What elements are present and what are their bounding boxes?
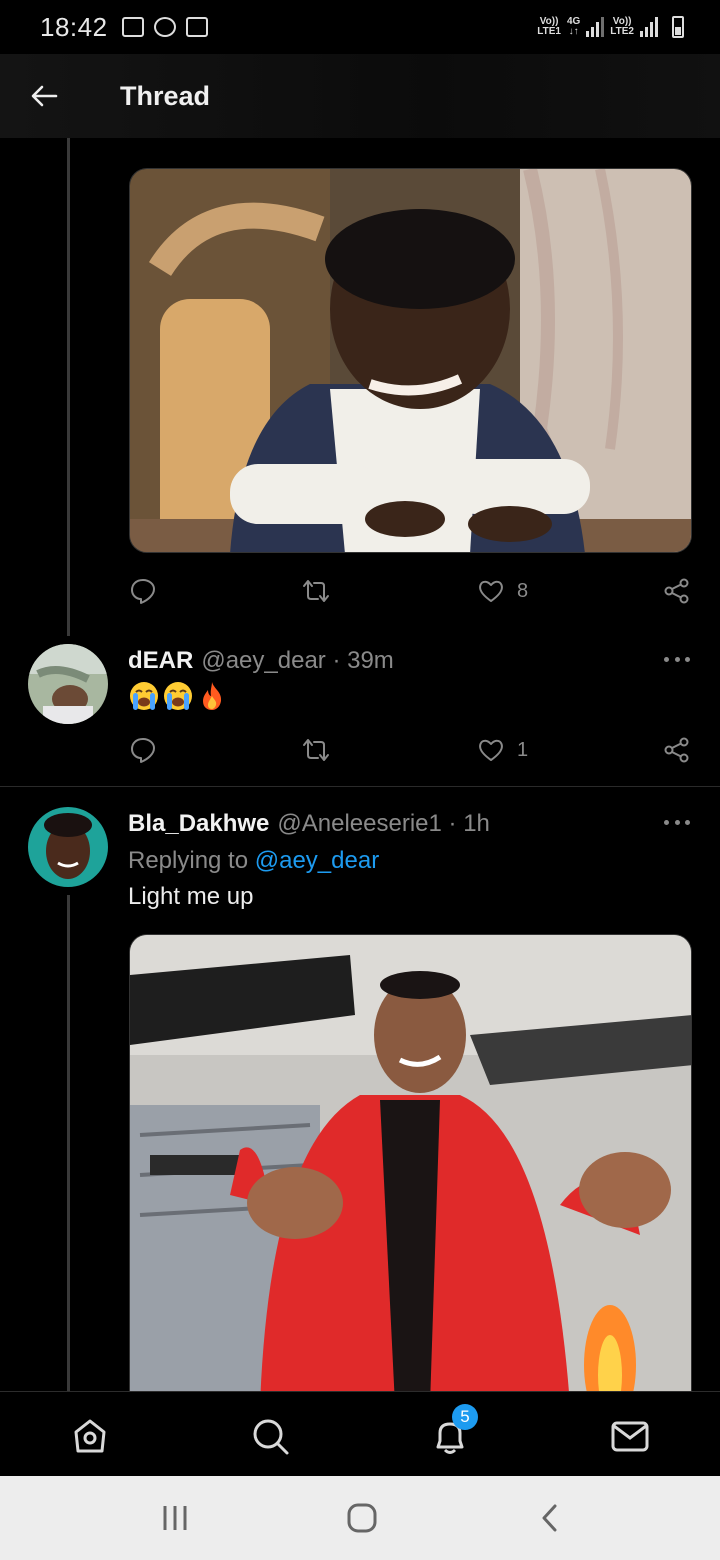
thread-line <box>67 895 70 1391</box>
reply-icon <box>131 579 155 604</box>
thread-header: Thread <box>0 54 720 138</box>
tweet-text <box>128 680 228 712</box>
more-options-icon[interactable] <box>664 657 690 665</box>
loudly-crying-face-icon <box>130 682 158 710</box>
signal-icon <box>586 17 605 37</box>
tweet-header: dEAR @aey_dear · 39m <box>128 647 394 675</box>
reply-button[interactable] <box>129 730 157 770</box>
app-icon <box>153 17 176 37</box>
nav-home[interactable] <box>70 1416 110 1456</box>
reply-icon <box>131 738 155 763</box>
display-name[interactable]: dEAR <box>128 647 193 675</box>
handle-time: @aey_dear · 39m <box>201 647 394 674</box>
search-icon <box>253 1419 289 1455</box>
heart-icon <box>479 580 503 602</box>
more-options-icon[interactable] <box>664 820 690 828</box>
media-icon <box>185 17 208 37</box>
heart-icon <box>479 739 503 761</box>
recents-icon[interactable] <box>155 1503 195 1533</box>
notification-badge: 5 <box>452 1404 478 1430</box>
like-button[interactable]: 8 <box>477 571 528 611</box>
tweet-image[interactable] <box>129 168 692 553</box>
retweet-icon <box>303 580 329 602</box>
replying-to: Replying to @aey_dear <box>128 847 380 874</box>
reply-handle-link[interactable]: @aey_dear <box>255 847 379 874</box>
retweet-button[interactable] <box>302 730 330 770</box>
arrow-left-icon[interactable] <box>30 82 58 110</box>
back-icon[interactable] <box>530 1503 570 1533</box>
retweet-icon <box>303 739 329 761</box>
like-count: 1 <box>517 738 529 761</box>
share-button[interactable] <box>663 571 691 611</box>
reply-button[interactable] <box>129 571 157 611</box>
fire-icon <box>203 682 222 710</box>
status-time: 18:42 <box>40 11 108 42</box>
gallery-icon <box>121 17 144 37</box>
share-icon <box>664 737 689 763</box>
display-name[interactable]: Bla_Dakhwe <box>128 810 269 838</box>
battery-icon <box>672 16 684 38</box>
avatar[interactable] <box>28 644 108 724</box>
like-button[interactable]: 1 <box>477 730 528 770</box>
handle-time: @Aneleeserie1 · 1h <box>277 810 490 837</box>
tweet-actions: 1 <box>129 730 694 770</box>
tweet-header: Bla_Dakhwe @Aneleeserie1 · 1h <box>128 810 490 838</box>
avatar[interactable] <box>28 807 108 887</box>
share-button[interactable] <box>663 730 691 770</box>
retweet-button[interactable] <box>302 571 330 611</box>
page-title: Thread <box>120 80 211 111</box>
bottom-nav <box>0 1391 720 1476</box>
divider <box>0 786 720 787</box>
share-icon <box>664 578 689 604</box>
status-bar: 18:42 Vo)) LTE1 4G ↓↑ Vo)) LTE2 <box>0 0 720 54</box>
like-count: 8 <box>517 579 529 602</box>
nav-search[interactable] <box>250 1416 290 1456</box>
nav-messages[interactable] <box>610 1416 650 1456</box>
thread-line <box>67 138 70 636</box>
home-button-icon[interactable] <box>342 1503 382 1533</box>
messages-icon <box>611 1421 649 1452</box>
system-nav <box>0 1476 720 1560</box>
signal-icon <box>640 17 658 37</box>
tweet-image[interactable] <box>129 934 692 1404</box>
home-icon <box>74 1419 106 1453</box>
tweet-actions: 8 <box>129 571 694 611</box>
tweet-text: Light me up <box>128 883 254 910</box>
loudly-crying-face-icon <box>164 682 192 710</box>
